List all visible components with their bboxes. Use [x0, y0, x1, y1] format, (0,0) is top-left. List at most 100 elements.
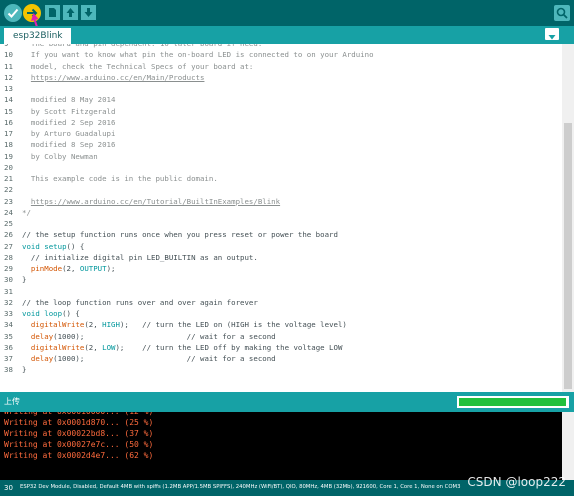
- code-token: (1000); // wait for a second: [53, 354, 276, 363]
- code-token: (2,: [84, 342, 103, 352]
- code-text: by Colby Newman: [22, 151, 98, 162]
- code-text: }: [22, 274, 26, 285]
- code-text: by Arturo Guadalupi: [22, 128, 116, 139]
- code-token: // initialize digital pin LED_BUILTIN as…: [22, 252, 258, 262]
- code-token: void: [22, 309, 40, 318]
- code-token: ); // turn the LED on (HIGH is the volta…: [119, 320, 347, 330]
- code-token: setup: [44, 241, 67, 251]
- code-text: https://www.arduino.cc/en/Tutorial/Built…: [22, 196, 280, 207]
- toolbar: [0, 0, 574, 26]
- tab-menu-button[interactable]: [545, 28, 559, 40]
- code-token: ); // turn the LED off by making the vol…: [115, 342, 343, 352]
- code-token: by Arturo Guadalupi: [22, 129, 116, 138]
- code-token: HIGH: [102, 320, 120, 330]
- code-token: (2,: [62, 264, 80, 273]
- line-number: 12: [4, 72, 13, 82]
- arrow-up-icon: [66, 8, 75, 17]
- line-number: 17: [4, 129, 13, 138]
- code-token: (1000); // wait for a second: [53, 331, 276, 341]
- code-text: digitalWrite(2, HIGH); // turn the LED o…: [22, 319, 347, 330]
- line-number: 33: [4, 309, 13, 318]
- code-editor[interactable]: 9 The board and pin dependent. 10 later …: [0, 44, 562, 392]
- code-token: digitalWrite: [30, 342, 85, 352]
- code-token: }: [22, 365, 27, 375]
- code-text: modified 2 Sep 2016: [22, 117, 116, 128]
- code-token: The board and pin dependent. 10 later bo…: [31, 44, 262, 48]
- code-token: https://www.arduino.cc/en/Tutorial/Built…: [30, 196, 281, 206]
- code-token: );: [106, 264, 116, 273]
- watermark: CSDN @loop222: [467, 475, 566, 489]
- line-number: 30: [4, 275, 13, 285]
- magnifier-icon: [556, 7, 568, 19]
- code-token: LOW: [102, 342, 116, 352]
- code-token: void: [22, 241, 40, 251]
- code-token: digitalWrite: [30, 320, 85, 330]
- console-output[interactable]: Writing at 0x00010000... (12 %)Writing a…: [0, 412, 562, 480]
- code-text: https://www.arduino.cc/en/Main/Products: [22, 72, 205, 83]
- line-number: 24: [4, 207, 13, 217]
- code-text: void setup() {: [22, 241, 84, 252]
- code-text: */: [22, 207, 31, 218]
- code-text: If you want to know what pin the on-boar…: [22, 49, 374, 60]
- code-token: by Scott Fitzgerald: [22, 106, 116, 116]
- console-scrollbar[interactable]: [562, 412, 574, 480]
- line-number: 38: [4, 365, 13, 375]
- line-number: 15: [4, 106, 13, 116]
- tab-bar: esp32Blink: [0, 26, 574, 44]
- code-text: // the setup function runs once when you…: [22, 229, 338, 240]
- line-number: 22: [4, 185, 13, 195]
- line-number: 13: [4, 84, 13, 93]
- save-button[interactable]: [81, 5, 96, 20]
- line-number: 27: [4, 241, 13, 251]
- code-token: // the loop function runs over and over …: [22, 297, 258, 307]
- code-text: // initialize digital pin LED_BUILTIN as…: [22, 252, 258, 263]
- line-number: 37: [4, 354, 13, 363]
- verify-button[interactable]: [4, 4, 22, 22]
- code-token: }: [22, 275, 27, 285]
- new-button[interactable]: [45, 5, 60, 20]
- serial-monitor-button[interactable]: [554, 5, 570, 21]
- code-token: () {: [66, 241, 85, 251]
- upload-progress-bar: [457, 396, 569, 408]
- code-text: }: [22, 364, 26, 375]
- code-token: modified 2 Sep 2016: [22, 117, 116, 127]
- code-token: modified 8 Sep 2016: [22, 140, 116, 150]
- code-token: by Colby Newman: [22, 151, 98, 161]
- code-text: by Scott Fitzgerald: [22, 106, 116, 117]
- line-number: 23: [4, 196, 13, 206]
- line-number: 20: [4, 162, 13, 172]
- code-text: void loop() {: [22, 308, 80, 319]
- code-text: This example code is in the public domai…: [22, 173, 218, 184]
- line-number: 35: [4, 331, 13, 341]
- editor-scroll-thumb[interactable]: [564, 123, 572, 389]
- line-number: 21: [4, 174, 13, 183]
- open-button[interactable]: [63, 5, 78, 20]
- line-number: 36: [4, 342, 13, 352]
- line-number: 31: [4, 286, 13, 296]
- line-number: 32: [4, 297, 13, 307]
- code-token: model, check the Technical Specs of your…: [22, 61, 254, 71]
- code-token: (2,: [84, 320, 103, 330]
- code-token: modified 8 May 2014: [22, 95, 116, 105]
- code-text: pinMode(2, OUTPUT);: [22, 263, 116, 274]
- tab-esp32blink[interactable]: esp32Blink: [4, 28, 72, 44]
- upload-progress-fill: [459, 398, 566, 406]
- line-number: 10: [4, 50, 13, 60]
- chevron-down-icon: [548, 35, 556, 40]
- line-number: 18: [4, 140, 13, 150]
- line-number: 11: [4, 61, 13, 71]
- line-number: 26: [4, 230, 13, 240]
- code-text: delay(1000); // wait for a second: [22, 353, 276, 364]
- arrow-down-icon: [84, 8, 93, 17]
- code-text: digitalWrite(2, LOW); // turn the LED of…: [22, 342, 343, 353]
- code-text: modified 8 Sep 2016: [22, 139, 116, 150]
- console-line: Writing at 0x00022bd8... (37 %): [4, 429, 154, 438]
- code-token: loop: [44, 309, 63, 318]
- board-info: ESP32 Dev Module, Disabled, Default 4MB …: [20, 484, 461, 490]
- code-token: delay: [30, 354, 54, 363]
